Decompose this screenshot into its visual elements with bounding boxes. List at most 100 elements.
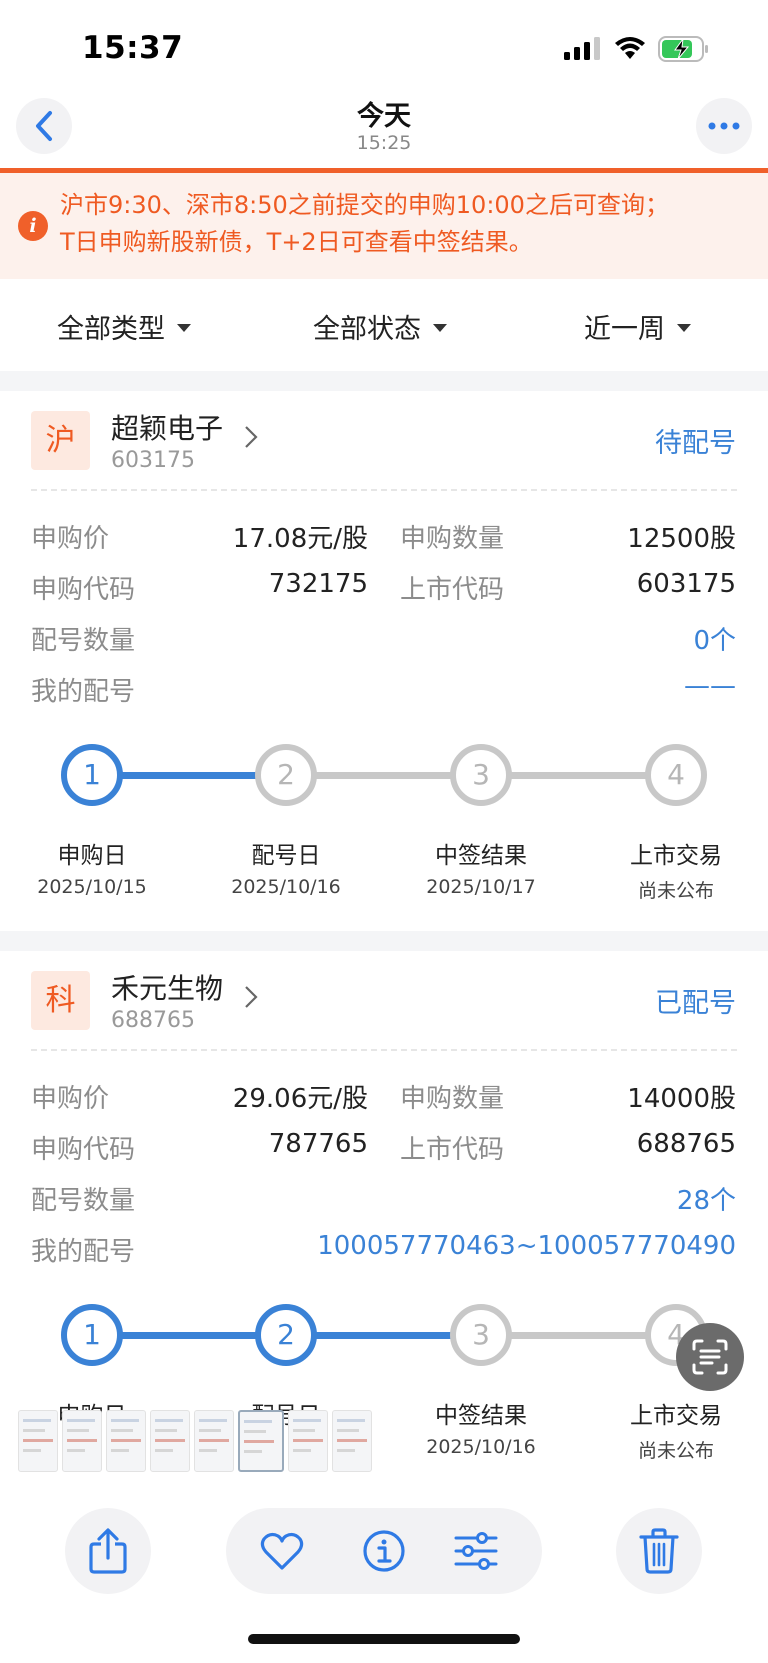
market-badge: 科: [31, 971, 90, 1030]
thumbnail[interactable]: [106, 1410, 146, 1472]
favorite-button[interactable]: [260, 1529, 304, 1573]
info-button[interactable]: [362, 1529, 406, 1573]
cellular-signal-icon: [564, 37, 600, 60]
live-text-button[interactable]: [676, 1323, 744, 1391]
my-alloc-label: 我的配号: [31, 1237, 136, 1267]
toolbar-center-group: [226, 1508, 542, 1594]
caret-down-icon: [177, 323, 191, 332]
divider: [31, 1049, 737, 1051]
filter-period-dropdown[interactable]: 近一周: [584, 307, 691, 346]
my-alloc-label: 我的配号: [31, 677, 136, 707]
step-name: 中签结果: [435, 843, 527, 869]
thumbnail[interactable]: [332, 1410, 372, 1472]
viewer-subtitle: 15:25: [356, 132, 412, 154]
notice-line-2: T日申购新股新债，T+2日可查看中签结果。: [60, 228, 533, 256]
caret-down-icon: [677, 323, 691, 332]
chevron-right-icon[interactable]: [244, 985, 258, 1009]
step-date: 尚未公布: [637, 880, 714, 902]
alloc-count-label: 配号数量: [31, 1186, 136, 1216]
step-circle: 3: [450, 744, 512, 806]
list-code-label: 上市代码: [400, 575, 505, 605]
step-date: 2025/10/17: [426, 876, 536, 898]
filter-status-label: 全部状态: [313, 314, 421, 345]
list-code-value: 603175: [636, 569, 736, 599]
alloc-count-value[interactable]: 0个: [430, 620, 736, 657]
thumbnail[interactable]: [62, 1410, 102, 1472]
price-label: 申购价: [31, 1084, 110, 1114]
step-name: 申购日: [57, 843, 127, 869]
my-alloc-value: 100057770463~100057770490: [317, 1231, 736, 1261]
step-date: 2025/10/16: [231, 876, 341, 898]
stock-name[interactable]: 禾元生物: [111, 967, 223, 1007]
step-circle: 2: [255, 744, 317, 806]
section-gap: [0, 931, 768, 951]
filter-status-dropdown[interactable]: 全部状态: [313, 307, 447, 346]
market-badge: 沪: [31, 411, 90, 470]
status-bar: 15:37: [0, 0, 768, 92]
delete-button[interactable]: [616, 1508, 702, 1594]
share-button[interactable]: [65, 1508, 151, 1594]
status-label: 已配号: [655, 988, 736, 1019]
filter-type-label: 全部类型: [57, 314, 165, 345]
price-value: 29.06元/股: [232, 1084, 368, 1114]
status-label: 待配号: [655, 428, 736, 459]
qty-label: 申购数量: [400, 524, 505, 554]
section-gap: [0, 371, 768, 391]
filter-type-dropdown[interactable]: 全部类型: [57, 307, 191, 346]
sub-code-label: 申购代码: [31, 575, 136, 605]
price-value: 17.08元/股: [232, 524, 368, 554]
ipo-card: 沪 超颖电子 603175 待配号 申购价 17.08元/股 申购数量 1250…: [0, 391, 768, 931]
status-icons: [564, 36, 710, 62]
sub-code-value: 787765: [268, 1129, 368, 1159]
filter-period-label: 近一周: [584, 314, 665, 345]
step-date: 尚未公布: [637, 1440, 714, 1462]
notice-line-1: 沪市9:30、深市8:50之前提交的申购10:00之后可查询；: [60, 191, 669, 219]
notice-text: 沪市9:30、深市8:50之前提交的申购10:00之后可查询； T日申购新股新债…: [60, 187, 760, 261]
sub-code-value: 732175: [268, 569, 368, 599]
step-name: 中签结果: [435, 1403, 527, 1429]
thumbnail[interactable]: [18, 1410, 58, 1472]
battery-charging-icon: [658, 36, 708, 62]
list-code-label: 上市代码: [400, 1135, 505, 1165]
trash-icon: [639, 1528, 679, 1574]
caret-down-icon: [433, 323, 447, 332]
divider: [31, 489, 737, 491]
filter-bar: 全部类型 全部状态 近一周: [0, 279, 768, 371]
thumbnail-strip[interactable]: [18, 1410, 418, 1478]
step-circle: 4: [645, 744, 707, 806]
more-button[interactable]: [696, 98, 752, 154]
stock-name[interactable]: 超颖电子: [111, 407, 223, 447]
step-name: 配号日: [251, 843, 321, 869]
step-circle: 2: [255, 1304, 317, 1366]
step-date: 2025/10/15: [37, 876, 147, 898]
chevron-right-icon[interactable]: [244, 425, 258, 449]
ellipsis-icon: [708, 122, 740, 130]
step-name: 上市交易: [630, 1403, 722, 1429]
wifi-icon: [615, 37, 645, 59]
heart-icon: [260, 1532, 304, 1570]
step-circle: 3: [450, 1304, 512, 1366]
alloc-count-label: 配号数量: [31, 626, 136, 656]
notice-banner: i 沪市9:30、深市8:50之前提交的申购10:00之后可查询； T日申购新股…: [0, 173, 768, 279]
thumbnail[interactable]: [150, 1410, 190, 1472]
step-circle: 1: [61, 744, 123, 806]
qty-label: 申购数量: [400, 1084, 505, 1114]
sliders-icon: [454, 1532, 498, 1570]
text-scan-icon: [692, 1339, 728, 1375]
step-date: 2025/10/16: [426, 1436, 536, 1458]
thumbnail-selected[interactable]: [238, 1410, 284, 1472]
viewer-title: 今天: [357, 101, 411, 132]
step-name: 上市交易: [630, 843, 722, 869]
qty-value: 14000股: [627, 1084, 736, 1114]
alloc-count-value[interactable]: 28个: [430, 1180, 736, 1217]
status-time: 15:37: [82, 30, 184, 66]
info-circle-icon: [363, 1530, 405, 1572]
sub-code-label: 申购代码: [31, 1135, 136, 1165]
adjust-button[interactable]: [454, 1529, 498, 1573]
stock-code: 688765: [111, 1008, 195, 1033]
home-indicator: [248, 1634, 520, 1644]
step-circle: 1: [61, 1304, 123, 1366]
thumbnail[interactable]: [288, 1410, 328, 1472]
qty-value: 12500股: [627, 524, 736, 554]
thumbnail[interactable]: [194, 1410, 234, 1472]
